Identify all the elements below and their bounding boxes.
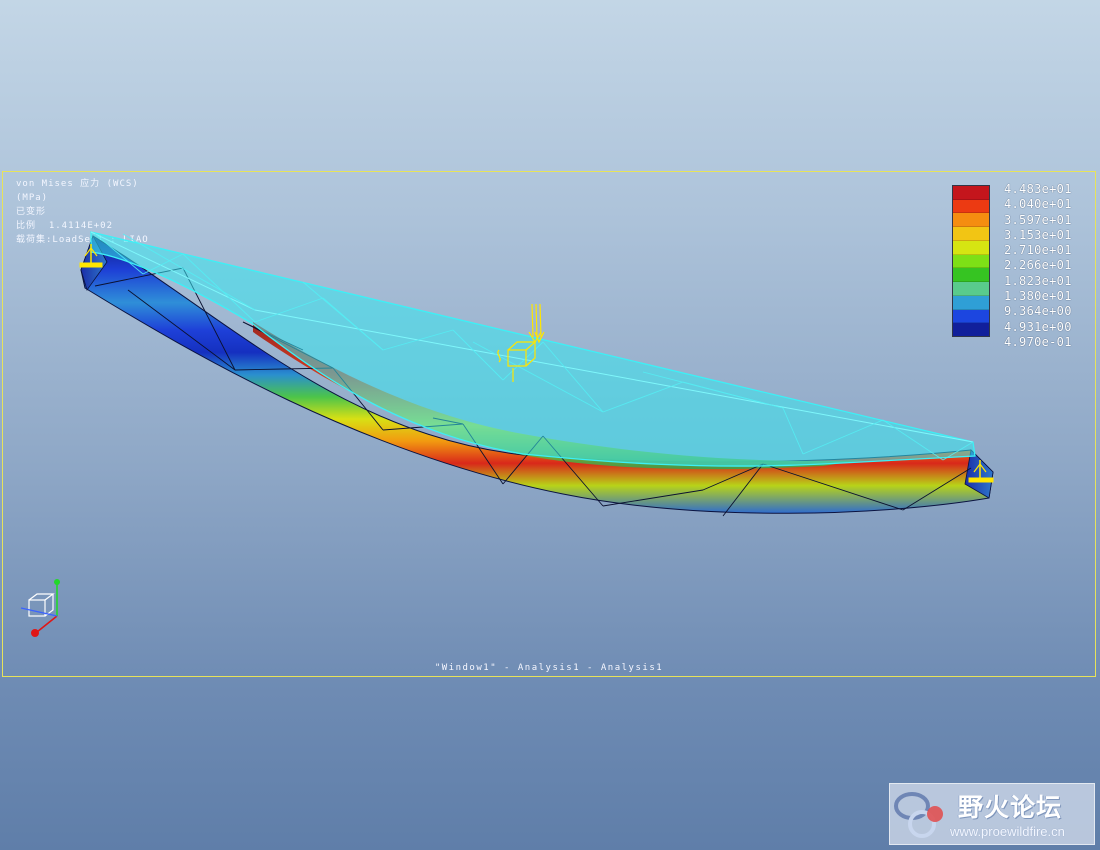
coordinate-triad-icon xyxy=(20,579,60,637)
legend-colorbar xyxy=(952,185,990,337)
legend-value: 2.266e+01 xyxy=(1004,258,1072,273)
forum-watermark: 野火论坛 www.proewildfire.cn xyxy=(889,783,1095,845)
legend-swatch xyxy=(953,268,989,283)
legend-swatch xyxy=(953,227,989,241)
legend-swatch xyxy=(953,323,989,337)
legend-value: 1.823e+01 xyxy=(1004,273,1072,288)
watermark-title: 野火论坛 xyxy=(958,793,1063,822)
legend-labels: 4.483e+01 4.040e+01 3.597e+01 3.153e+01 … xyxy=(1004,182,1084,350)
legend-swatch xyxy=(953,254,989,269)
legend-swatch xyxy=(953,282,989,296)
legend-value: 1.380e+01 xyxy=(1004,289,1072,304)
legend-swatch xyxy=(953,295,989,310)
window-caption: "Window1" - Analysis1 - Analysis1 xyxy=(434,663,664,673)
legend-swatch xyxy=(953,199,989,214)
legend-value: 4.931e+00 xyxy=(1004,319,1072,334)
legend-value: 4.040e+01 xyxy=(1004,197,1072,212)
watermark-url: www.proewildfire.cn xyxy=(950,824,1065,839)
legend-value: 4.483e+01 xyxy=(1004,182,1072,196)
legend-value: 9.364e+00 xyxy=(1004,304,1072,319)
fringe-legend: 4.483e+01 4.040e+01 3.597e+01 3.153e+01 … xyxy=(949,182,1084,349)
legend-swatch xyxy=(953,240,989,255)
legend-value: 4.970e-01 xyxy=(1004,334,1072,349)
legend-value: 3.153e+01 xyxy=(1004,227,1072,242)
legend-swatch xyxy=(953,213,989,228)
graphics-viewport[interactable]: von Mises 应力 (WCS) (MPa) 已变形 比例 1.4114E+… xyxy=(2,171,1096,677)
legend-value: 3.597e+01 xyxy=(1004,212,1072,227)
legend-swatch xyxy=(953,309,989,324)
legend-swatch xyxy=(953,186,989,200)
butterfly-logo-icon xyxy=(894,792,943,838)
legend-value: 2.710e+01 xyxy=(1004,243,1072,258)
fem-model[interactable] xyxy=(3,172,1095,676)
